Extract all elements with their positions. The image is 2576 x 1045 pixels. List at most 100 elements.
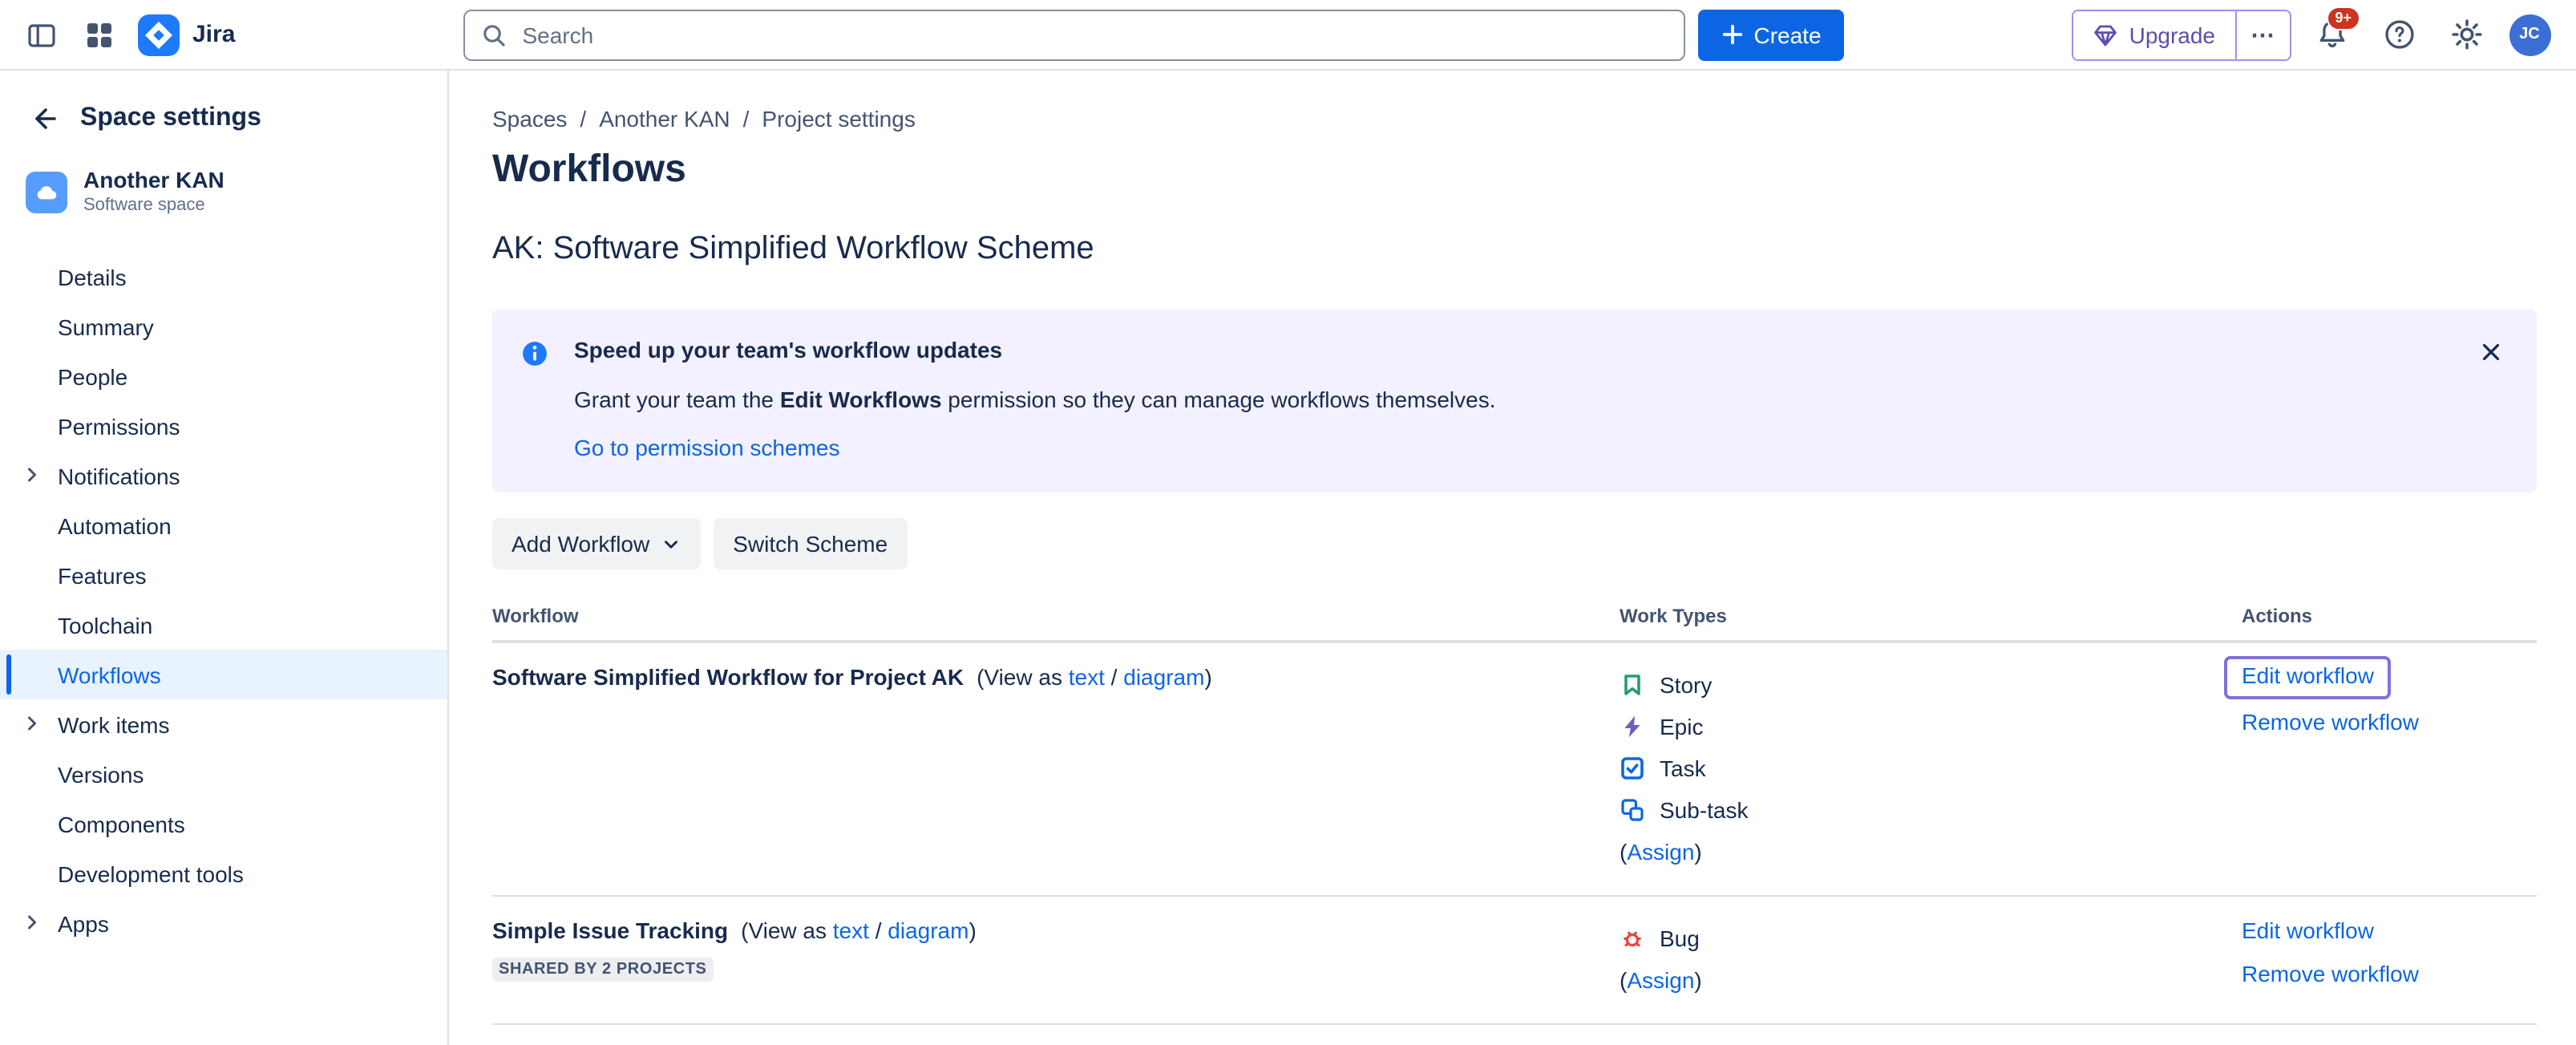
view-as-text-link[interactable]: text [1069,664,1105,690]
search-input[interactable] [519,20,1667,49]
user-avatar[interactable]: JC [2509,14,2550,55]
paren: ( [1620,839,1627,865]
sidebar-item-components[interactable]: Components [0,799,447,849]
view-as-diagram-link[interactable]: diagram [888,917,969,943]
sidebar-item-details[interactable]: Details [0,252,447,302]
search-box [463,9,1684,60]
edit-workflow-link[interactable]: Edit workflow [2242,662,2374,688]
sidebar-item-work-items[interactable]: Work items [0,699,447,749]
upgrade-label: Upgrade [2129,22,2215,47]
column-header-workflow: Workflow [492,605,1620,627]
assign-link[interactable]: Assign [1627,839,1694,865]
breadcrumb-project-settings[interactable]: Project settings [762,106,915,132]
view-as-text-link[interactable]: text [833,917,869,943]
breadcrumb-separator: / [580,106,586,132]
search-icon [480,22,506,47]
view-as-text: ) [1204,664,1211,690]
banner-body: Grant your team the Edit Workflows permi… [574,383,1496,415]
sidebar-item-summary[interactable]: Summary [0,302,447,351]
breadcrumb-spaces[interactable]: Spaces [492,106,567,132]
workflow-scheme-title: AK: Software Simplified Workflow Scheme [492,231,2536,268]
add-workflow-label: Add Workflow [512,531,649,557]
sidebar-header: Space settings [0,93,447,154]
workflow-toolbar: Add Workflow Switch Scheme [492,518,2536,569]
shared-projects-badge: SHARED BY 2 PROJECTS [492,958,714,982]
work-type-item: Story [1620,664,2242,706]
work-type-label: Bug [1660,926,1700,951]
sidebar-item-automation[interactable]: Automation [0,500,447,550]
column-header-work-types: Work Types [1620,605,2242,627]
view-as-text: / [869,917,888,943]
create-label: Create [1753,22,1821,47]
project-name: Another KAN [83,167,224,194]
workflows-table: Workflow Work Types Actions Software Sim… [492,595,2536,1025]
view-as-text: ) [969,917,976,943]
switch-scheme-button[interactable]: Switch Scheme [714,518,907,569]
info-banner: Speed up your team's workflow updates Gr… [492,310,2536,492]
sidebar-item-label: Work items [58,711,170,737]
banner-body-text: Grant your team the [574,387,780,412]
plus-icon [1720,22,1744,47]
table-header-row: Workflow Work Types Actions [492,595,2536,643]
sidebar-item-toolchain[interactable]: Toolchain [0,600,447,650]
sidebar-item-workflows[interactable]: Workflows [0,650,447,699]
chevron-down-icon [661,533,681,554]
work-type-item: Task [1620,747,2242,789]
work-type-label: Story [1660,672,1712,698]
breadcrumb: Spaces/Another KAN/Project settings [492,106,2536,132]
actions-cell: Edit workflow Remove workflow [2242,664,2536,873]
sidebar-item-permissions[interactable]: Permissions [0,401,447,451]
sidebar-item-apps[interactable]: Apps [0,898,447,948]
breadcrumb-project[interactable]: Another KAN [599,106,730,132]
assign-line: (Assign) [1620,831,2242,873]
back-arrow-icon[interactable] [26,99,64,138]
edit-workflow-highlight-ring: Edit workflow [2224,656,2392,699]
work-types-cell: Story Epic Task Sub-task [1620,664,2242,873]
assign-link[interactable]: Assign [1627,967,1694,993]
search-group: Create [463,9,1843,60]
upgrade-pill: Upgrade ⋯ [2072,9,2291,60]
permission-schemes-link[interactable]: Go to permission schemes [574,435,839,460]
app-name: Jira [192,21,235,48]
shell: Space settings Another KAN Software spac… [0,71,2576,1045]
info-icon [521,337,548,464]
more-options-button[interactable]: ⋯ [2236,10,2289,59]
create-button[interactable]: Create [1697,9,1843,60]
app-switcher-icon[interactable] [74,9,125,60]
jira-app: Jira Create [0,0,2576,1045]
view-as-diagram-link[interactable]: diagram [1123,664,1204,690]
subtask-icon [1620,797,1645,823]
story-icon [1620,672,1645,698]
sidebar-nav: Details Summary People Permissions Notif… [0,252,447,948]
view-as-text: (View as [741,917,833,943]
sidebar-item-label: Notifications [58,463,180,488]
project-header: Another KAN Software space [0,154,447,226]
actions-cell: Edit workflow Remove workflow [2242,917,2536,1001]
sidebar-toggle-icon[interactable] [16,9,67,60]
chevron-right-icon [21,464,43,491]
banner-close-button[interactable] [2469,329,2513,374]
edit-workflow-link[interactable]: Edit workflow [2242,917,2374,943]
assign-line: (Assign) [1620,959,2242,1001]
sidebar-item-development-tools[interactable]: Development tools [0,849,447,898]
add-workflow-button[interactable]: Add Workflow [492,518,701,569]
help-icon[interactable] [2374,9,2425,60]
remove-workflow-link[interactable]: Remove workflow [2242,709,2419,735]
work-type-label: Sub-task [1660,797,1749,823]
bug-icon [1620,926,1645,951]
banner-body-text: permission so they can manage workflows … [942,387,1496,412]
jira-logo[interactable]: Jira [138,14,235,55]
sidebar-item-notifications[interactable]: Notifications [0,451,447,500]
remove-workflow-link[interactable]: Remove workflow [2242,961,2419,986]
sidebar-item-people[interactable]: People [0,351,447,401]
task-icon [1620,755,1645,781]
settings-gear-icon[interactable] [2441,9,2493,60]
column-header-actions: Actions [2242,605,2536,627]
upgrade-button[interactable]: Upgrade [2073,10,2234,59]
sidebar-item-versions[interactable]: Versions [0,749,447,799]
top-bar: Jira Create [0,0,2576,71]
banner-title: Speed up your team's workflow updates [574,337,1496,363]
sidebar-item-features[interactable]: Features [0,550,447,600]
notifications-bell-icon[interactable]: 9+ [2307,9,2358,60]
sidebar-item-label: Apps [58,910,109,936]
